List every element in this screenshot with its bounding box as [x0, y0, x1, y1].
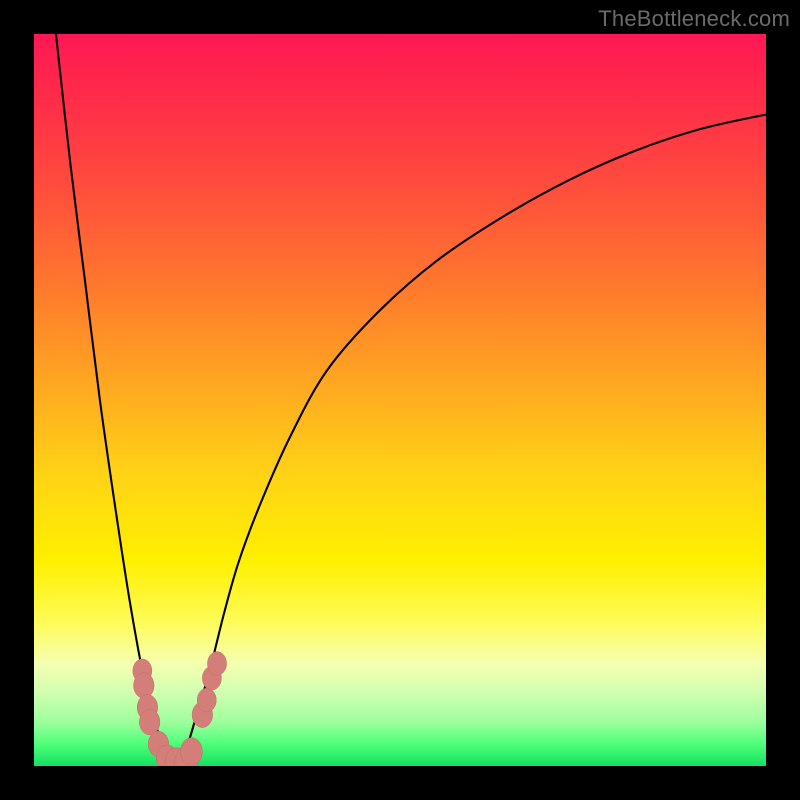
data-marker [175, 748, 198, 766]
data-marker [139, 709, 159, 735]
data-marker [148, 731, 168, 757]
data-marker [156, 745, 178, 766]
data-marker [207, 652, 226, 676]
chart-plot-area [34, 34, 766, 766]
data-marker [134, 673, 154, 699]
data-marker [202, 666, 221, 690]
curve-left [56, 34, 177, 766]
data-marker [137, 695, 157, 721]
data-marker [192, 702, 212, 728]
data-marker [197, 688, 216, 712]
chart-svg [34, 34, 766, 766]
data-marker [165, 748, 188, 766]
watermark-text: TheBottleneck.com [598, 6, 790, 32]
data-marker [133, 659, 152, 683]
marker-layer [133, 652, 227, 766]
data-marker [180, 738, 202, 765]
chart-frame: TheBottleneck.com [0, 0, 800, 800]
curve-right [177, 115, 766, 766]
